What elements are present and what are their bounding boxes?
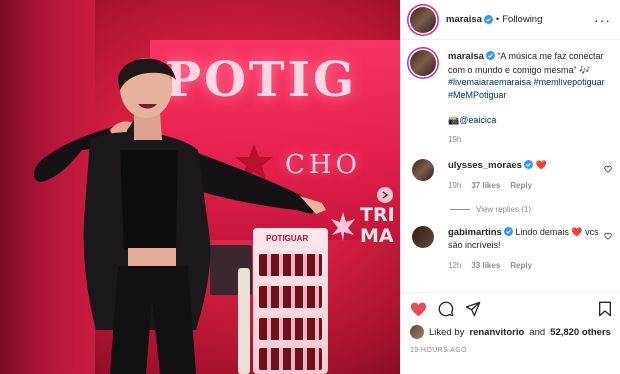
- hashtag-link[interactable]: #livemaiaraemaraisa: [448, 77, 531, 87]
- caption-text-block: maraisa “A música me faz conectar com o …: [448, 50, 612, 147]
- divider: [450, 208, 470, 210]
- verified-badge-icon: [485, 51, 495, 60]
- header-user: maraisa • Following: [446, 14, 542, 25]
- avatar[interactable]: [412, 158, 434, 181]
- verified-badge-icon: [483, 15, 493, 24]
- hashtag-link[interactable]: #memlivepotiguar: [534, 77, 605, 87]
- comment: gabimartins Lindo demais ❤️ vcs são incr…: [410, 225, 612, 273]
- comment-time: 12h: [448, 260, 462, 270]
- comment-username[interactable]: ulysses_moraes: [448, 160, 522, 171]
- next-photo-button[interactable]: [377, 187, 393, 203]
- caption-username[interactable]: maraisa: [448, 51, 484, 62]
- comment-text: ❤️: [535, 159, 547, 170]
- chevron-right-icon: [382, 191, 389, 199]
- view-replies-button[interactable]: View replies (1): [450, 205, 612, 214]
- post-photo[interactable]: POTIG CHO TRI MA POTIGUAR: [0, 0, 400, 374]
- caption: maraisa “A música me faz conectar com o …: [410, 50, 612, 147]
- header-username[interactable]: maraisa: [446, 14, 482, 25]
- avatar[interactable]: [410, 6, 436, 33]
- action-icons: [410, 293, 612, 325]
- header-separator: •: [495, 14, 500, 25]
- post-timestamp[interactable]: 19 HOURS AGO: [410, 347, 612, 354]
- comment-text-block: ulysses_moraes ❤️ 19h 37 likes Reply: [448, 159, 547, 193]
- more-options-icon[interactable]: ···: [594, 13, 611, 27]
- comment-text-block: gabimartins Lindo demais ❤️ vcs são incr…: [448, 226, 612, 273]
- hashtag-link[interactable]: #MeMPotiguar: [448, 90, 507, 100]
- comment-time: 19h: [448, 181, 462, 190]
- post-side-panel: maraisa • Following ··· maraisa “A músic…: [400, 0, 620, 374]
- comment-meta: 19h 37 likes Reply: [448, 180, 547, 193]
- reply-button[interactable]: Reply: [510, 260, 532, 273]
- view-replies-label: View replies (1): [476, 204, 531, 214]
- bookmark-icon[interactable]: [598, 301, 612, 317]
- camera-emoji: 📸: [448, 114, 460, 125]
- caption-meta: 19h: [448, 134, 612, 147]
- like-comment-icon[interactable]: [604, 232, 612, 240]
- performer-figure: [33, 58, 326, 374]
- like-comment-icon[interactable]: [604, 165, 612, 173]
- share-icon[interactable]: [465, 301, 481, 317]
- comment-username[interactable]: gabimartins: [448, 227, 502, 238]
- verified-badge-icon: [503, 226, 513, 236]
- avatar[interactable]: [410, 50, 436, 76]
- comment: ulysses_moraes ❤️ 19h 37 likes Reply: [410, 158, 612, 193]
- post-header: maraisa • Following ···: [401, 0, 620, 40]
- instagram-post: POTIG CHO TRI MA POTIGUAR maraisa • Foll…: [0, 0, 620, 374]
- comment-likes[interactable]: 37 likes: [471, 180, 500, 193]
- liked-by: Liked by renanvitorio and 52,820 others: [410, 325, 612, 339]
- following-button[interactable]: Following: [502, 14, 542, 25]
- mention-link[interactable]: @eaicica: [459, 115, 496, 125]
- liked-by-prefix: Liked by: [429, 326, 465, 338]
- liked-by-and: and: [529, 326, 546, 338]
- like-heart-icon[interactable]: [410, 301, 427, 317]
- caption-time: 19h: [448, 135, 462, 144]
- liked-by-user[interactable]: renanvitorio: [469, 327, 524, 338]
- post-actions: Liked by renanvitorio and 52,820 others …: [401, 292, 620, 374]
- avatar[interactable]: [412, 225, 434, 248]
- verified-badge-icon: [523, 159, 533, 169]
- liked-by-count[interactable]: 52,820 others: [550, 327, 611, 338]
- comment-likes[interactable]: 33 likes: [471, 260, 500, 273]
- comments-scroll[interactable]: maraisa “A música me faz conectar com o …: [401, 41, 620, 291]
- comment-meta: 12h 33 likes Reply: [448, 260, 612, 273]
- avatar[interactable]: [410, 325, 424, 339]
- comment-icon[interactable]: [438, 301, 454, 317]
- reply-button[interactable]: Reply: [510, 180, 532, 193]
